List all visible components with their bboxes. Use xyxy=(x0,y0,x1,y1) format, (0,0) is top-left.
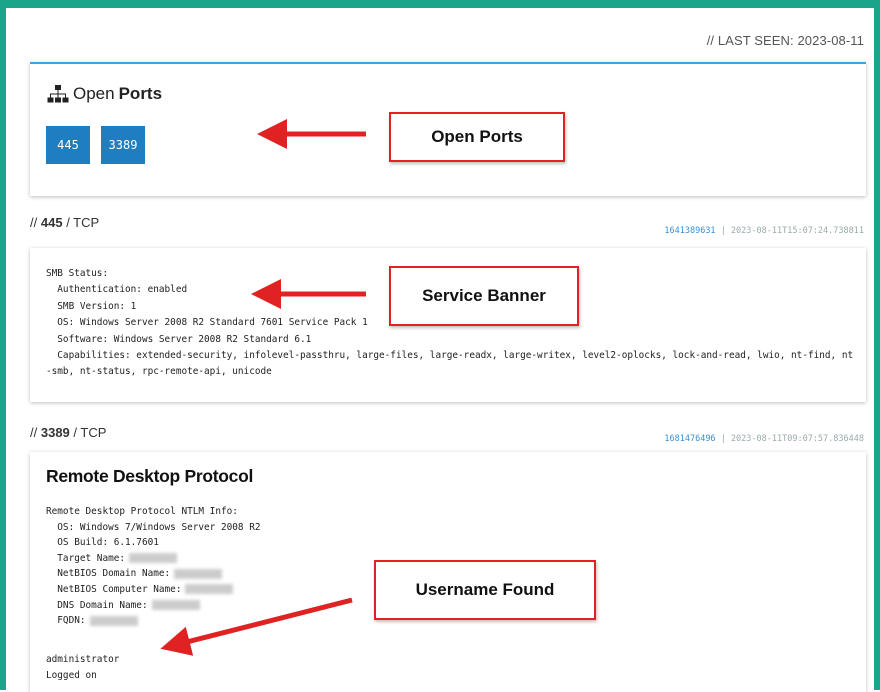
rdp-line: FQDN: xyxy=(46,615,86,627)
redacted-value xyxy=(151,600,200,611)
meta-separator: | xyxy=(720,434,726,444)
rdp-line: Remote Desktop Protocol NTLM Info: xyxy=(46,506,238,517)
banner-line: Capabilities: extended-security, infolev… xyxy=(46,350,854,362)
open-ports-title-light: Open xyxy=(73,84,115,103)
service-port: 445 xyxy=(40,215,63,230)
rdp-ntlm-info: Remote Desktop Protocol NTLM Info: OS: W… xyxy=(46,504,260,629)
rdp-line: OS Build: 6.1.7601 xyxy=(46,537,159,549)
rdp-title: Remote Desktop Protocol xyxy=(46,466,254,486)
redacted-value xyxy=(89,615,138,626)
service-timestamp: 2023-08-11T09:07:57.836448 xyxy=(730,434,864,444)
service-port: 3389 xyxy=(40,425,70,440)
service-protocol: / TCP xyxy=(66,215,100,230)
service-header-3389: // 3389 / TCP xyxy=(30,425,106,440)
banner-line: Software: Windows Server 2008 R2 Standar… xyxy=(46,333,312,345)
open-ports-callout: Open Ports xyxy=(389,112,565,162)
service-hash-link[interactable]: 1681476496 xyxy=(664,434,715,444)
service-hash-link[interactable]: 1641389631 xyxy=(664,226,715,236)
last-seen-label: // LAST SEEN: 2023-08-11 xyxy=(706,33,864,48)
banner-line: SMB Version: 1 xyxy=(46,300,137,312)
rdp-line: DNS Domain Name: xyxy=(46,599,148,611)
rdp-line: NetBIOS Domain Name: xyxy=(46,568,171,580)
rdp-line: OS: Windows 7/Windows Server 2008 R2 xyxy=(46,521,261,533)
service-meta-445: 1641389631 | 2023-08-11T15:07:24.738811 xyxy=(664,226,864,236)
service-slash: // xyxy=(30,425,38,440)
network-icon xyxy=(47,85,69,103)
service-timestamp: 2023-08-11T15:07:24.738811 xyxy=(730,226,864,236)
service-meta-3389: 1681476496 | 2023-08-11T09:07:57.836448 xyxy=(664,434,864,444)
service-protocol: / TCP xyxy=(73,425,107,440)
rdp-user-info: administrator Logged on xyxy=(46,652,119,684)
username-found-callout: Username Found xyxy=(374,560,596,620)
logged-on-line: Logged on xyxy=(46,670,97,681)
redacted-value xyxy=(185,584,234,595)
open-ports-title-bold: Ports xyxy=(118,84,163,103)
redacted-value xyxy=(174,568,223,579)
banner-line: OS: Windows Server 2008 R2 Standard 7601… xyxy=(46,317,368,329)
username-line: administrator xyxy=(46,654,120,665)
port-button-3389[interactable]: 3389 xyxy=(101,126,145,164)
rdp-line: NetBIOS Computer Name: xyxy=(46,583,182,595)
service-header-445: // 445 / TCP xyxy=(30,215,99,230)
service-banner-callout: Service Banner xyxy=(389,266,579,326)
redacted-value xyxy=(129,553,178,564)
rdp-line: Target Name: xyxy=(46,552,126,564)
banner-line: SMB Status: xyxy=(46,268,109,279)
port-button-445[interactable]: 445 xyxy=(46,126,90,164)
banner-line: Authentication: enabled xyxy=(46,284,188,296)
open-ports-heading: Open Ports xyxy=(47,84,162,104)
banner-line: -smb, nt-status, rpc-remote-api, unicode xyxy=(46,366,272,378)
service-slash: // xyxy=(30,215,38,230)
meta-separator: | xyxy=(720,226,726,236)
